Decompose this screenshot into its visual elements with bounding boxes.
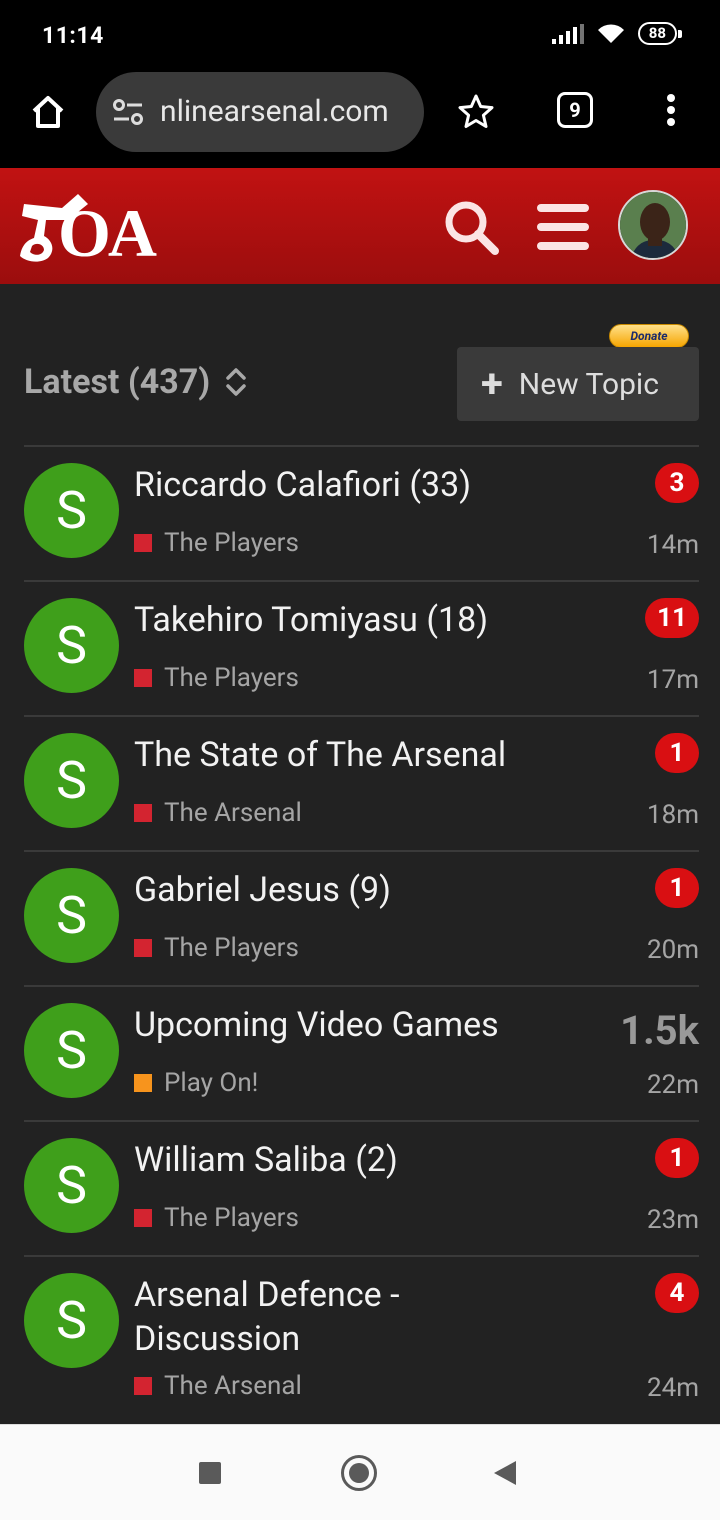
site-header: OA — [0, 168, 720, 284]
topic-avatar[interactable]: S — [24, 1003, 119, 1098]
site-settings-icon[interactable] — [112, 98, 144, 126]
search-icon[interactable] — [442, 198, 500, 256]
status-time: 11:14 — [42, 22, 104, 49]
topic-category[interactable]: The Players — [134, 933, 299, 963]
topic-title[interactable]: Upcoming Video Games — [134, 1003, 554, 1047]
latest-label: Latest (437) — [24, 362, 211, 402]
category-color-square — [134, 669, 152, 687]
chevron-up-down-icon — [226, 368, 246, 396]
topic-avatar[interactable]: S — [24, 463, 119, 558]
bookmark-star-icon[interactable] — [456, 92, 496, 132]
latest-dropdown[interactable]: Latest (437) — [24, 362, 248, 402]
topic-category[interactable]: The Players — [134, 1203, 299, 1233]
topic-row[interactable]: S Riccardo Calafiori (33) The Players 3 14m — [24, 445, 699, 580]
topic-list: S Riccardo Calafiori (33) The Players 3 14m S… — [24, 445, 699, 1423]
topic-age[interactable]: 14m — [647, 530, 699, 560]
topic-category[interactable]: The Players — [134, 663, 299, 693]
reply-count[interactable]: 1.5k — [620, 1007, 699, 1054]
status-bar: 11:14 88 — [0, 0, 720, 68]
site-logo[interactable]: OA — [18, 190, 178, 270]
topic-age[interactable]: 24m — [647, 1373, 699, 1403]
back-button[interactable] — [494, 1461, 516, 1485]
category-color-square — [134, 1377, 152, 1395]
unread-count-badge[interactable]: 11 — [645, 598, 699, 638]
category-label: The Players — [164, 933, 299, 963]
url-text: nlinearsenal.com — [160, 94, 389, 129]
topic-category[interactable]: Play On! — [134, 1068, 258, 1098]
category-color-square — [134, 939, 152, 957]
hamburger-menu-icon[interactable] — [537, 204, 589, 250]
topic-row[interactable]: S Takehiro Tomiyasu (18) The Players 11 17m — [24, 580, 699, 715]
signal-icon — [551, 23, 584, 44]
topic-avatar[interactable]: S — [24, 598, 119, 693]
topic-title[interactable]: The State of The Arsenal — [134, 733, 554, 777]
topic-row[interactable]: S Upcoming Video Games Play On! 1.5k 22m — [24, 985, 699, 1120]
category-label: The Players — [164, 1203, 299, 1233]
home-icon[interactable] — [28, 92, 68, 132]
topic-row[interactable]: S Gabriel Jesus (9) The Players 1 20m — [24, 850, 699, 985]
topic-age[interactable]: 18m — [647, 800, 699, 830]
topic-category[interactable]: The Arsenal — [134, 798, 302, 828]
category-color-square — [134, 1209, 152, 1227]
browser-toolbar: nlinearsenal.com 9 — [0, 68, 720, 168]
plus-icon: + — [481, 360, 503, 407]
topic-row[interactable]: S William Saliba (2) The Players 1 23m — [24, 1120, 699, 1255]
topic-age[interactable]: 22m — [647, 1070, 699, 1100]
user-avatar[interactable] — [618, 190, 688, 260]
topic-age[interactable]: 17m — [647, 665, 699, 695]
unread-count-badge[interactable]: 3 — [655, 463, 699, 503]
category-label: The Players — [164, 528, 299, 558]
category-label: The Players — [164, 663, 299, 693]
tab-switcher-button[interactable]: 9 — [557, 92, 593, 128]
logo-text: OA — [58, 195, 157, 271]
unread-count-badge[interactable]: 4 — [655, 1273, 699, 1313]
url-bar[interactable]: nlinearsenal.com — [96, 72, 424, 152]
topic-category[interactable]: The Arsenal — [134, 1371, 302, 1401]
topic-list-page: Donate Latest (437) + New Topic S Riccard… — [0, 284, 720, 1424]
topic-avatar[interactable]: S — [24, 868, 119, 963]
new-topic-button[interactable]: + New Topic — [457, 347, 699, 421]
system-nav-bar — [0, 1424, 720, 1520]
category-color-square — [134, 1074, 152, 1092]
unread-count-badge[interactable]: 1 — [655, 733, 699, 773]
browser-menu-icon[interactable] — [663, 94, 679, 130]
topic-avatar[interactable]: S — [24, 1138, 119, 1233]
category-label: The Arsenal — [164, 1371, 302, 1401]
topic-row[interactable]: S Arsenal Defence - Discussion The Arsenal… — [24, 1255, 699, 1423]
topic-category[interactable]: The Players — [134, 528, 299, 558]
topic-row[interactable]: S The State of The Arsenal The Arsenal 1 18m — [24, 715, 699, 850]
battery-icon: 88 — [637, 22, 682, 45]
category-color-square — [134, 534, 152, 552]
home-button[interactable] — [341, 1455, 377, 1491]
category-label: Play On! — [164, 1068, 259, 1098]
topic-avatar[interactable]: S — [24, 733, 119, 828]
category-label: The Arsenal — [164, 798, 302, 828]
battery-level: 88 — [637, 22, 677, 45]
recents-button[interactable] — [199, 1462, 221, 1484]
new-topic-label: New Topic — [518, 366, 659, 402]
user-photo — [620, 192, 686, 258]
topic-title[interactable]: Takehiro Tomiyasu (18) — [134, 598, 554, 642]
category-color-square — [134, 804, 152, 822]
topic-age[interactable]: 23m — [647, 1205, 699, 1235]
status-icons: 88 — [551, 22, 682, 45]
donate-button[interactable]: Donate — [609, 324, 689, 348]
topic-title[interactable]: Riccardo Calafiori (33) — [134, 463, 554, 507]
topic-avatar[interactable]: S — [24, 1273, 119, 1368]
wifi-icon — [597, 23, 624, 43]
topic-title[interactable]: Arsenal Defence - Discussion — [134, 1273, 554, 1361]
topic-age[interactable]: 20m — [647, 935, 699, 965]
unread-count-badge[interactable]: 1 — [655, 868, 699, 908]
unread-count-badge[interactable]: 1 — [655, 1138, 699, 1178]
topic-title[interactable]: Gabriel Jesus (9) — [134, 868, 554, 912]
topic-title[interactable]: William Saliba (2) — [134, 1138, 554, 1182]
